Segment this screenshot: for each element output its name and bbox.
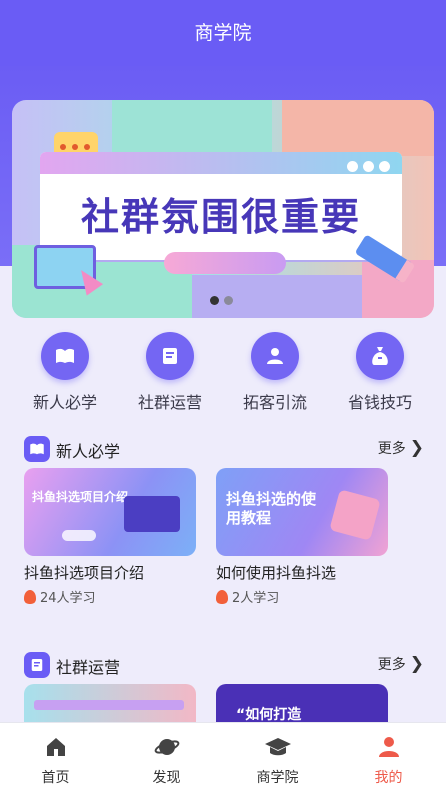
planet-icon	[153, 733, 181, 761]
document-icon	[24, 652, 50, 678]
course-thumbnail: 抖鱼抖选的使用教程	[216, 468, 388, 556]
section-header-community: 社群运营 更多 ❯	[24, 650, 424, 678]
course-title: 如何使用抖鱼抖选	[216, 564, 337, 582]
learner-count: 24人学习	[40, 591, 96, 606]
banner-decor-block	[282, 100, 434, 156]
document-icon	[146, 332, 194, 380]
tab-home[interactable]: 首页	[0, 723, 111, 796]
tab-label: 商学院	[256, 770, 299, 786]
tab-label: 我的	[374, 770, 403, 786]
thumbnail-title: “如何打造	[236, 707, 302, 723]
course-meta: 2人学习	[216, 587, 388, 606]
quick-link-label: 拓客引流	[242, 393, 307, 412]
person-icon	[251, 332, 299, 380]
banner-decor-block	[112, 100, 272, 156]
course-card[interactable]: 抖鱼抖选项目介绍 抖鱼抖选项目介绍 24人学习	[24, 468, 196, 606]
more-link[interactable]: 更多 ❯	[378, 654, 424, 674]
graduation-cap-icon	[264, 733, 292, 761]
laptop-illustration	[124, 496, 180, 532]
chevron-right-icon: ❯	[409, 438, 424, 458]
thumbnail-title: 抖鱼抖选项目介绍	[32, 490, 129, 504]
thumbnail-button-decor	[62, 530, 96, 541]
thumbnail-title: 抖鱼抖选的使用教程	[226, 490, 317, 527]
section-title: 社群运营	[56, 658, 121, 677]
quick-link-label: 省钱技巧	[347, 393, 412, 412]
flame-icon	[24, 589, 36, 604]
quick-link-newbie[interactable]: 新人必学	[10, 332, 120, 413]
pager-dot[interactable]	[224, 296, 233, 305]
course-thumbnail: 抖鱼抖选项目介绍	[24, 468, 196, 556]
thumbnail-illustration	[329, 489, 381, 541]
banner-pill-decor	[164, 252, 286, 274]
window-title-bar	[40, 152, 402, 174]
promo-banner[interactable]: 社群氛围很重要	[12, 100, 434, 318]
flame-icon	[216, 589, 228, 604]
tab-discover[interactable]: 发现	[111, 723, 222, 796]
quick-link-community[interactable]: 社群运营	[115, 332, 225, 413]
tab-label: 首页	[41, 770, 70, 786]
course-meta: 24人学习	[24, 587, 196, 606]
more-link[interactable]: 更多 ❯	[378, 438, 424, 458]
quick-link-saving[interactable]: 省钱技巧	[325, 332, 435, 413]
quick-link-traffic[interactable]: 拓客引流	[220, 332, 330, 413]
banner-window-graphic: 社群氛围很重要	[40, 152, 402, 260]
section-title: 新人必学	[56, 442, 121, 461]
bottom-tab-bar: 首页 发现 商学院 我的	[0, 722, 446, 796]
tab-business-school[interactable]: 商学院	[222, 723, 333, 796]
more-label: 更多	[377, 657, 406, 673]
learner-count: 2人学习	[232, 591, 280, 606]
money-bag-icon	[356, 332, 404, 380]
book-icon	[41, 332, 89, 380]
course-title: 抖鱼抖选项目介绍	[24, 564, 145, 582]
banner-headline: 社群氛围很重要	[80, 195, 361, 239]
book-icon	[24, 436, 50, 462]
home-icon	[42, 733, 70, 761]
quick-link-label: 社群运营	[137, 393, 202, 412]
more-label: 更多	[377, 441, 406, 457]
pager-dot-active[interactable]	[210, 296, 219, 305]
thumbnail-decor	[34, 700, 184, 710]
tab-label: 发现	[152, 770, 181, 786]
chevron-right-icon: ❯	[409, 654, 424, 674]
banner-pager[interactable]	[210, 290, 238, 309]
window-dots-icon	[342, 157, 390, 176]
user-icon	[375, 733, 403, 761]
quick-link-label: 新人必学	[32, 393, 97, 412]
course-card[interactable]: 抖鱼抖选的使用教程 如何使用抖鱼抖选 2人学习	[216, 468, 388, 606]
page-title: 商学院	[0, 0, 446, 66]
section-header-newbie: 新人必学 更多 ❯	[24, 434, 424, 462]
tab-mine[interactable]: 我的	[333, 723, 444, 796]
